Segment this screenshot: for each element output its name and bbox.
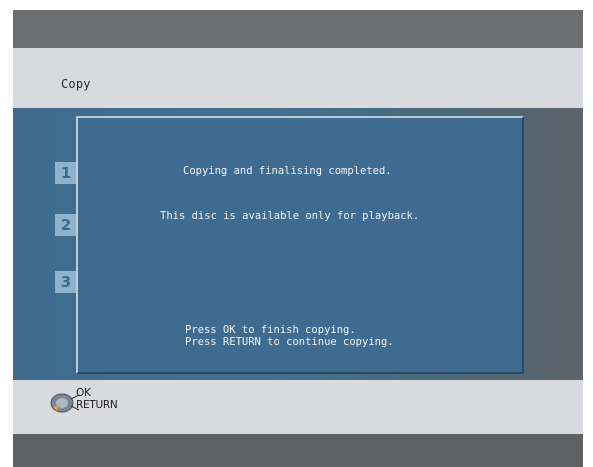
playback-only-message: This disc is available only for playback… bbox=[160, 210, 420, 222]
ok-key-label: OK bbox=[76, 387, 91, 399]
top-band bbox=[13, 10, 583, 48]
bottom-band bbox=[13, 434, 583, 467]
completion-dialog: Copying and finalising completed. This d… bbox=[76, 116, 524, 374]
header-bar: Copy bbox=[13, 48, 583, 108]
step-indicator-2: 2 bbox=[55, 214, 77, 236]
return-hint: Press RETURN to continue copying. bbox=[185, 336, 394, 348]
step-indicator-3: 3 bbox=[55, 271, 77, 293]
tv-screen: Copy 1 2 3 Copying and finalising comple… bbox=[13, 10, 583, 467]
page-title: Copy bbox=[61, 77, 91, 91]
return-key-label: RETURN bbox=[76, 399, 118, 411]
ok-hint: Press OK to finish copying. bbox=[185, 324, 356, 336]
completion-message: Copying and finalising completed. bbox=[183, 165, 392, 177]
step-indicator-1: 1 bbox=[55, 162, 77, 184]
footer-bar: OK RETURN bbox=[13, 380, 583, 434]
